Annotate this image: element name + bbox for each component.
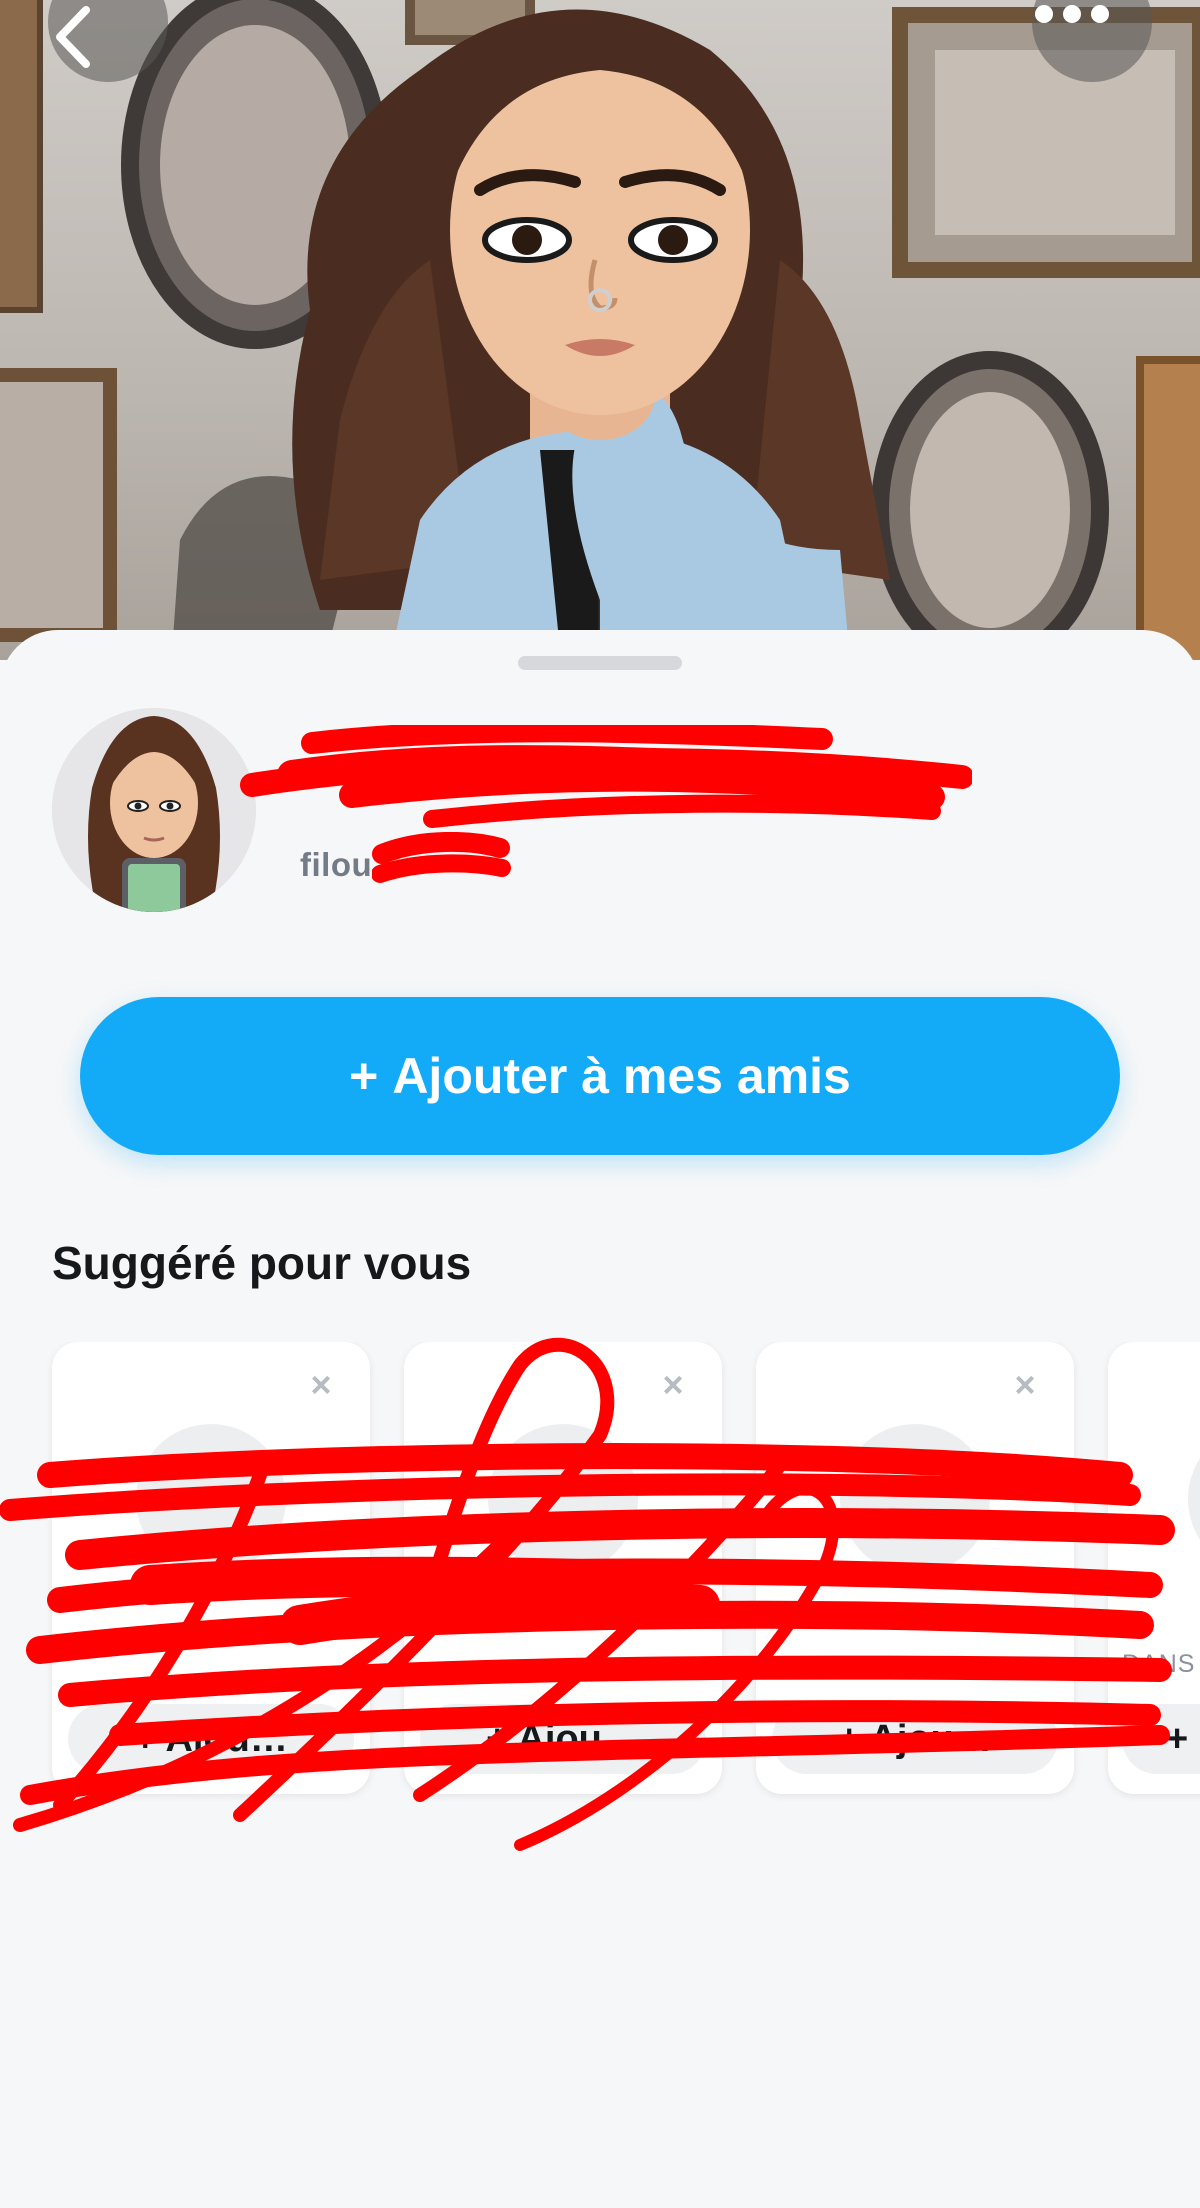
add-friend-label: Ajouter à mes amis [392,1048,851,1104]
add-friend-button[interactable]: + Ajouter à mes amis [80,997,1120,1155]
ellipsis-icon [1035,5,1109,23]
username: filou [300,846,373,883]
avatar[interactable] [52,708,256,912]
redacted-display-name [240,725,972,828]
plus-icon: + [349,1048,379,1104]
redacted-username [372,832,511,883]
chevron-left-icon [56,6,90,68]
bitmoji-scene [0,0,1200,660]
profile-hero-bitmoji [0,0,1200,660]
bitmoji-avatar-icon [52,708,256,912]
sheet-grabber[interactable] [518,656,682,670]
redaction-scribble [0,1337,1175,1851]
suggested-section-title: Suggéré pour vous [52,1237,472,1289]
